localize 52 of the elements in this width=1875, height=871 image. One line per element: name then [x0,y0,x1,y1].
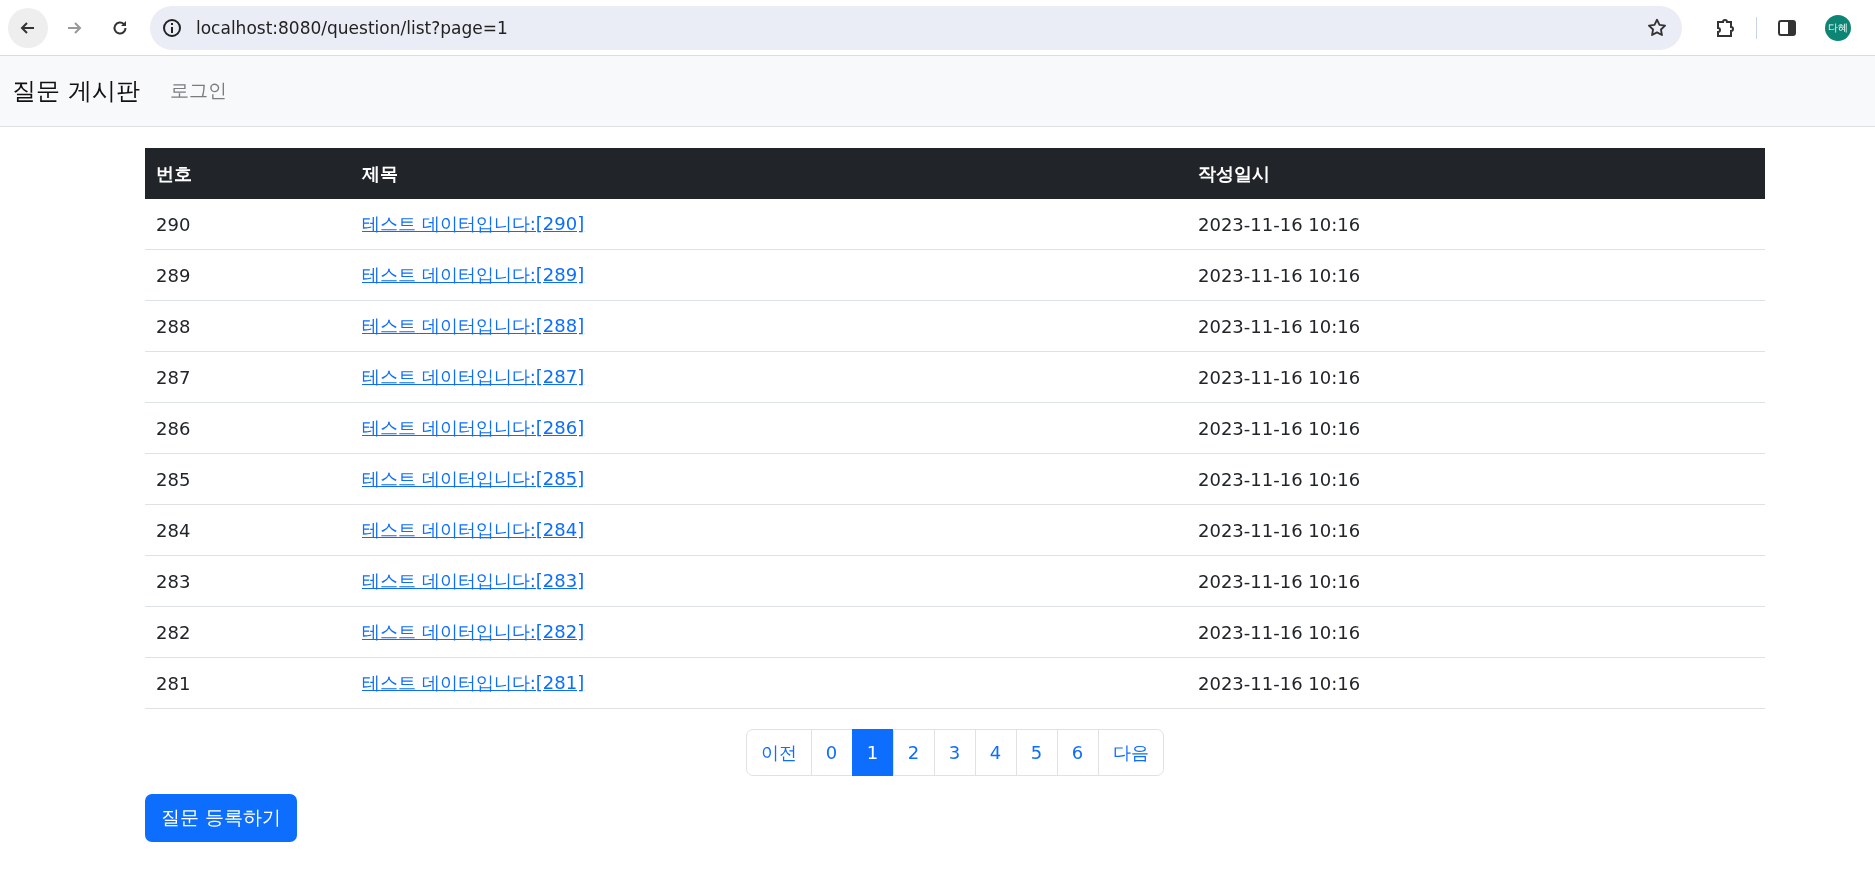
table-cell: 287 [145,351,351,403]
question-link[interactable]: 테스트 데이터입니다:[286] [362,417,585,438]
page-button[interactable]: 3 [933,729,976,776]
bookmark-star-icon[interactable] [1646,16,1668,39]
table-cell: 2023-11-16 10:16 [1187,555,1765,607]
page-button[interactable]: 0 [810,729,853,776]
side-panel-icon[interactable] [1777,17,1797,38]
table-cell: 2023-11-16 10:16 [1187,351,1765,403]
table-cell: 288 [145,300,351,352]
page-button[interactable]: 4 [974,729,1017,776]
table-cell: 283 [145,555,351,607]
table-cell: 284 [145,504,351,556]
url-text: localhost:8080/question/list?page=1 [196,17,509,38]
table-cell: 2023-11-16 10:16 [1187,657,1765,709]
question-link[interactable]: 테스트 데이터입니다:[283] [362,570,585,591]
table-cell: 2023-11-16 10:16 [1187,199,1765,250]
profile-avatar[interactable]: 다혜 [1825,14,1851,41]
question-link[interactable]: 테스트 데이터입니다:[285] [362,468,585,489]
question-link[interactable]: 테스트 데이터입니다:[284] [362,519,585,540]
table-cell: 289 [145,249,351,301]
question-link[interactable]: 테스트 데이터입니다:[287] [362,366,585,387]
column-header: 작성일시 [1187,148,1765,199]
table-cell: 282 [145,606,351,658]
info-icon[interactable] [162,17,182,38]
page-button[interactable]: 이전 [745,729,812,776]
table-cell: 285 [145,453,351,505]
table-cell: 2023-11-16 10:16 [1187,504,1765,556]
question-link[interactable]: 테스트 데이터입니다:[289] [362,264,585,285]
table-cell: 290 [145,199,351,250]
page-button[interactable]: 6 [1056,729,1099,776]
table-cell: 2023-11-16 10:16 [1187,402,1765,454]
page-button[interactable]: 2 [892,729,935,776]
question-link[interactable]: 테스트 데이터입니다:[282] [362,621,585,642]
column-header: 제목 [351,148,1187,199]
login-link[interactable]: 로그인 [169,78,227,104]
table-cell: 2023-11-16 10:16 [1187,606,1765,658]
page-button[interactable]: 1 [851,729,894,776]
create-question-button[interactable]: 질문 등록하기 [145,794,298,842]
address-bar[interactable]: localhost:8080/question/list?page=1 [150,5,1682,50]
table-cell: 2023-11-16 10:16 [1187,300,1765,352]
page-button[interactable]: 5 [1015,729,1058,776]
question-link[interactable]: 테스트 데이터입니다:[288] [362,315,585,336]
puzzle-icon[interactable] [1714,16,1736,39]
brand-link[interactable]: 질문 게시판 [12,75,140,107]
table-cell: 2023-11-16 10:16 [1187,249,1765,301]
table-cell: 286 [145,402,351,454]
question-link[interactable]: 테스트 데이터입니다:[290] [362,213,585,234]
table-cell: 281 [145,657,351,709]
column-header: 번호 [145,148,351,199]
page-button[interactable]: 다음 [1097,729,1164,776]
table-cell: 2023-11-16 10:16 [1187,453,1765,505]
question-link[interactable]: 테스트 데이터입니다:[281] [362,672,585,693]
